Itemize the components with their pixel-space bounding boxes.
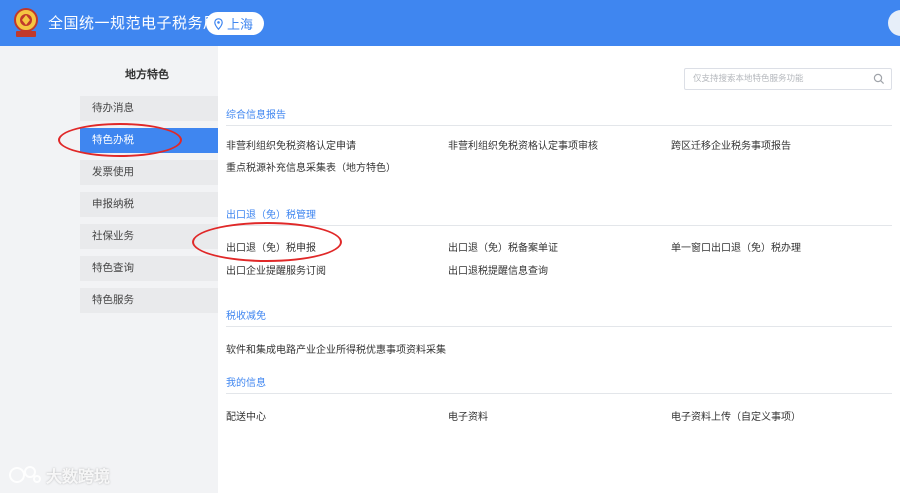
sidebar-item-special-tax[interactable]: 特色办税 [80,128,218,153]
section-title: 我的信息 [226,375,892,394]
search-box[interactable] [684,68,892,90]
sidebar-title: 地方特色 [125,68,169,81]
link-e-documents-upload[interactable]: 电子资料上传（自定义事项） [671,408,801,423]
search-input[interactable] [685,69,873,89]
link-export-rebate-record-docs[interactable]: 出口退（免）税备案单证 [448,239,558,254]
user-avatar[interactable] [888,10,900,36]
sidebar-item-special-service[interactable]: 特色服务 [80,288,218,313]
link-nonprofit-exemption-apply[interactable]: 非营利组织免税资格认定申请 [226,137,356,152]
sidebar: 地方特色 待办消息 特色办税 发票使用 申报纳税 社保业务 特色查询 特色服务 [0,46,218,493]
link-e-documents[interactable]: 电子资料 [448,408,488,423]
watermark-text: 大数跨境 [46,467,111,486]
link-key-tax-source-collection[interactable]: 重点税源补充信息采集表（地方特色） [226,159,396,174]
link-export-rebate-filing[interactable]: 出口退（免）税申报 [226,239,316,254]
section-general-info-report: 综合信息报告 非营利组织免税资格认定申请 非营利组织免税资格认定事项审核 跨区迁… [226,107,892,174]
top-header: 全国统一规范电子税务局 上海 [0,0,900,46]
section-title: 出口退（免）税管理 [226,207,892,226]
link-export-reminder-subscribe[interactable]: 出口企业提醒服务订阅 [226,262,326,277]
link-single-window-rebate[interactable]: 单一窗口出口退（免）税办理 [671,239,801,254]
region-label: 上海 [227,18,254,33]
sidebar-item-special-query[interactable]: 特色查询 [80,256,218,281]
section-title: 综合信息报告 [226,107,892,126]
watermark-logo-icon [9,466,41,483]
section-export-rebate: 出口退（免）税管理 出口退（免）税申报 出口退（免）税备案单证 单一窗口出口退（… [226,207,892,277]
section-title: 税收减免 [226,308,892,327]
watermark: 大数跨境 [8,462,110,488]
sidebar-item-invoice-use[interactable]: 发票使用 [80,160,218,185]
sidebar-item-pending-messages[interactable]: 待办消息 [80,96,218,121]
section-my-info: 我的信息 配送中心 电子资料 电子资料上传（自定义事项） [226,375,892,423]
sidebar-item-social-security[interactable]: 社保业务 [80,224,218,249]
section-tax-relief: 税收减免 软件和集成电路产业企业所得税优惠事项资料采集 [226,308,892,356]
link-delivery-center[interactable]: 配送中心 [226,408,266,423]
location-pin-icon [214,17,223,30]
tax-emblem-icon [14,8,38,37]
sidebar-item-tax-filing[interactable]: 申报纳税 [80,192,218,217]
link-nonprofit-exemption-review[interactable]: 非营利组织免税资格认定事项审核 [448,137,598,152]
site-title[interactable]: 全国统一规范电子税务局 [48,13,219,33]
link-software-ic-incentive[interactable]: 软件和集成电路产业企业所得税优惠事项资料采集 [226,341,446,356]
main-content: 综合信息报告 非营利组织免税资格认定申请 非营利组织免税资格认定事项审核 跨区迁… [218,46,900,493]
link-cross-region-migration[interactable]: 跨区迁移企业税务事项报告 [671,137,791,152]
link-export-reminder-query[interactable]: 出口退税提醒信息查询 [448,262,548,277]
search-icon[interactable] [873,73,885,85]
region-selector[interactable]: 上海 [206,12,264,35]
